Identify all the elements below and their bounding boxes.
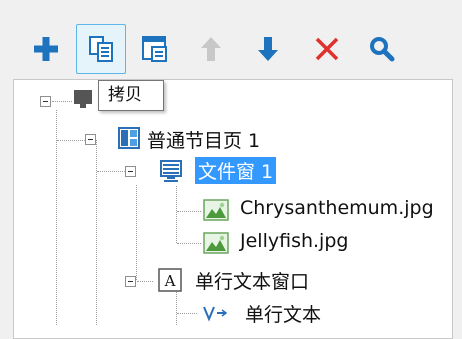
tree-connector <box>136 185 137 280</box>
tree-connector <box>177 211 201 212</box>
file-window-expander[interactable] <box>125 166 136 177</box>
text-window-icon: A <box>158 268 182 292</box>
page-expander[interactable] <box>85 134 96 145</box>
image-file-icon <box>203 199 229 221</box>
tree-connector <box>177 243 201 244</box>
tree-connector <box>137 281 153 282</box>
tree-connector <box>176 186 177 243</box>
page-layout-icon <box>118 127 140 149</box>
text-item-node-label[interactable]: 单行文本 <box>245 300 321 327</box>
tree-connector <box>176 290 177 325</box>
tree-connector <box>56 110 57 325</box>
svg-text:A: A <box>164 272 176 290</box>
file-item-label[interactable]: Jellyfish.jpg <box>240 230 348 252</box>
tree-connector <box>177 313 197 314</box>
text-window-node-label[interactable]: 单行文本窗口 <box>195 267 309 294</box>
tree-view: 普通节目页 1 文件窗 1 Chrysanthemum.jpg Jellyfis… <box>0 0 462 327</box>
file-item-label[interactable]: Chrysanthemum.jpg <box>240 197 434 219</box>
file-window-icon <box>160 160 182 182</box>
text-window-expander[interactable] <box>125 276 136 287</box>
root-node-icon <box>74 90 92 108</box>
tooltip: 拷贝 <box>98 80 164 111</box>
tree-connector <box>96 140 97 325</box>
file-window-node-label[interactable]: 文件窗 1 <box>195 157 277 184</box>
root-expander[interactable] <box>40 96 51 107</box>
tree-connector <box>97 171 125 172</box>
image-file-icon <box>203 232 229 254</box>
tree-connector <box>52 101 72 102</box>
tree-connector <box>57 140 85 141</box>
single-line-text-icon <box>203 306 228 322</box>
page-node-label[interactable]: 普通节目页 1 <box>147 126 260 153</box>
